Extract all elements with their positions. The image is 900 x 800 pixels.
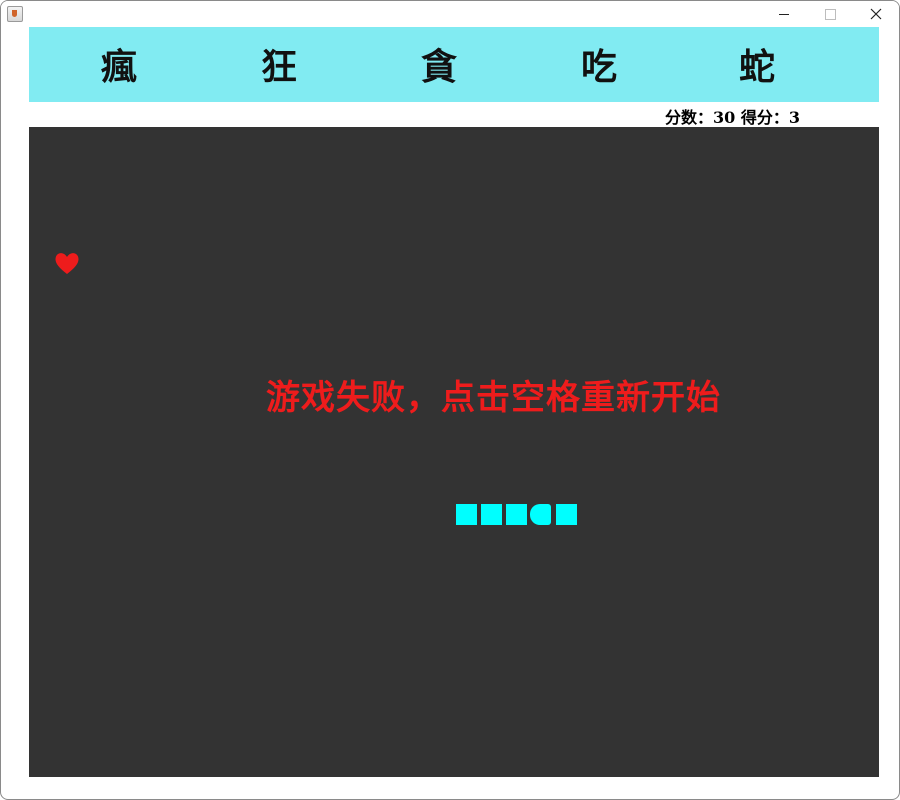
snake-body-segment (481, 504, 502, 525)
game-window: 瘋 狂 貪 吃 蛇 分数：30 得分：3 游戏失败，点击空格重新开始 (0, 0, 900, 800)
heart-icon (55, 253, 79, 274)
title-char: 吃 (580, 46, 617, 88)
close-button[interactable] (853, 1, 899, 27)
score-display: 分数：30 得分：3 (665, 108, 800, 127)
game-over-message: 游戏失败，点击空格重新开始 (266, 378, 721, 418)
maximize-button[interactable] (807, 1, 853, 27)
snake-head (530, 504, 551, 525)
minimize-button[interactable] (761, 1, 807, 27)
title-char: 瘋 (100, 46, 137, 88)
title-char: 蛇 (738, 46, 775, 88)
title-bar[interactable] (1, 1, 899, 27)
game-title-banner: 瘋 狂 貪 吃 蛇 (29, 27, 879, 102)
snake-body-segment (506, 504, 527, 525)
snake-body-segment (456, 504, 477, 525)
close-icon (870, 8, 882, 20)
game-board[interactable]: 游戏失败，点击空格重新开始 (29, 127, 879, 777)
snake-body-segment (556, 504, 577, 525)
minimize-icon (779, 13, 789, 15)
java-cup-icon[interactable] (7, 6, 23, 22)
maximize-icon (824, 8, 836, 20)
title-char: 貪 (420, 46, 457, 88)
title-char: 狂 (260, 46, 297, 88)
